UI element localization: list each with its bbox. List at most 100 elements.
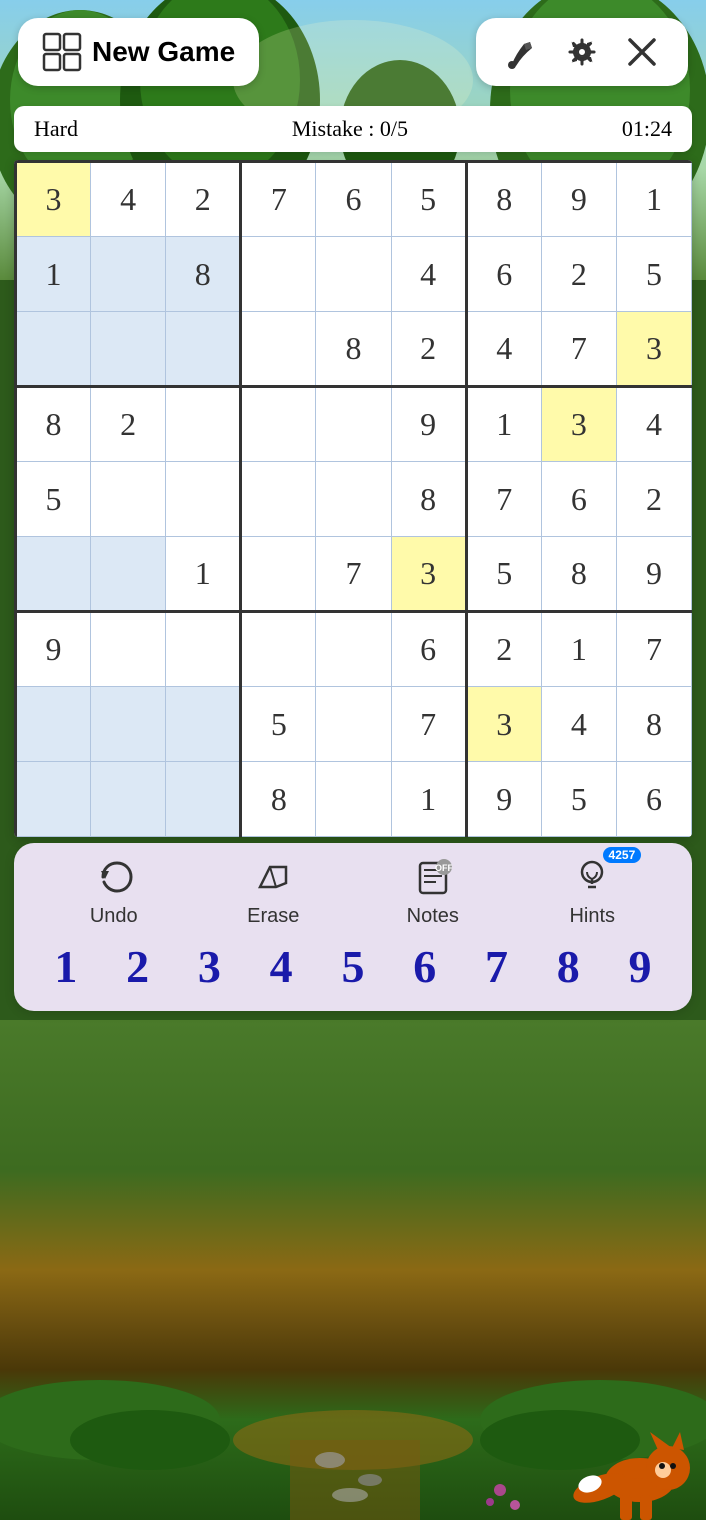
sudoku-cell[interactable] [166,387,241,462]
sudoku-cell[interactable]: 9 [16,612,91,687]
sudoku-cell[interactable] [316,237,391,312]
sudoku-cell[interactable]: 6 [466,237,541,312]
sudoku-cell[interactable]: 5 [541,762,616,837]
hints-button[interactable]: 4257 Hints [542,857,642,928]
sudoku-cell[interactable]: 2 [391,312,466,387]
sudoku-cell[interactable]: 3 [466,687,541,762]
sudoku-cell[interactable] [166,312,241,387]
numpad-button-1[interactable]: 1 [36,940,96,993]
sudoku-cell[interactable]: 3 [391,537,466,612]
sudoku-cell[interactable]: 8 [316,312,391,387]
numpad-button-8[interactable]: 8 [538,940,598,993]
sudoku-cell[interactable]: 5 [241,687,316,762]
sudoku-cell[interactable]: 8 [241,762,316,837]
undo-button[interactable]: Undo [64,857,164,928]
sudoku-cell[interactable] [316,612,391,687]
sudoku-cell[interactable]: 1 [166,537,241,612]
sudoku-cell[interactable]: 1 [391,762,466,837]
sudoku-cell[interactable] [91,762,166,837]
sudoku-cell[interactable]: 6 [616,762,691,837]
sudoku-cell[interactable] [91,612,166,687]
sudoku-cell[interactable]: 3 [16,162,91,237]
sudoku-cell[interactable]: 8 [166,237,241,312]
sudoku-cell[interactable] [16,312,91,387]
sudoku-cell[interactable] [166,612,241,687]
sudoku-cell[interactable] [16,687,91,762]
erase-icon [254,857,292,901]
numpad-button-3[interactable]: 3 [179,940,239,993]
sudoku-cell[interactable]: 2 [616,462,691,537]
sudoku-cell[interactable]: 8 [16,387,91,462]
sudoku-cell[interactable]: 2 [541,237,616,312]
sudoku-cell[interactable]: 9 [391,387,466,462]
settings-button[interactable] [556,30,608,74]
sudoku-cell[interactable]: 7 [541,312,616,387]
sudoku-cell[interactable] [241,237,316,312]
sudoku-cell[interactable] [316,387,391,462]
erase-button[interactable]: Erase [223,857,323,928]
sudoku-cell[interactable]: 7 [241,162,316,237]
numpad-button-4[interactable]: 4 [251,940,311,993]
notes-button[interactable]: OFF Notes [383,857,483,928]
sudoku-cell[interactable]: 4 [91,162,166,237]
sudoku-cell[interactable] [91,687,166,762]
numpad-button-6[interactable]: 6 [395,940,455,993]
sudoku-container: 3427658911846258247382913458762173589962… [14,160,692,837]
sudoku-cell[interactable]: 9 [616,537,691,612]
numpad-button-7[interactable]: 7 [466,940,526,993]
sudoku-cell[interactable]: 5 [391,162,466,237]
sudoku-cell[interactable]: 4 [541,687,616,762]
sudoku-cell[interactable] [316,462,391,537]
sudoku-cell[interactable]: 2 [91,387,166,462]
sudoku-cell[interactable]: 6 [541,462,616,537]
sudoku-cell[interactable]: 1 [466,387,541,462]
sudoku-cell[interactable] [91,312,166,387]
sudoku-cell[interactable]: 3 [541,387,616,462]
sudoku-cell[interactable]: 5 [16,462,91,537]
sudoku-cell[interactable] [316,762,391,837]
sudoku-cell[interactable] [166,762,241,837]
close-button[interactable] [616,30,668,74]
sudoku-cell[interactable]: 2 [466,612,541,687]
sudoku-cell[interactable] [16,762,91,837]
sudoku-cell[interactable]: 6 [316,162,391,237]
sudoku-cell[interactable]: 9 [466,762,541,837]
sudoku-cell[interactable]: 1 [16,237,91,312]
numpad-button-2[interactable]: 2 [108,940,168,993]
sudoku-cell[interactable] [166,687,241,762]
sudoku-cell[interactable]: 7 [466,462,541,537]
sudoku-cell[interactable] [16,537,91,612]
new-game-button[interactable]: New Game [18,18,259,86]
sudoku-cell[interactable] [91,237,166,312]
sudoku-cell[interactable]: 1 [541,612,616,687]
sudoku-cell[interactable]: 6 [391,612,466,687]
sudoku-cell[interactable] [91,537,166,612]
sudoku-cell[interactable]: 8 [541,537,616,612]
numpad-button-9[interactable]: 9 [610,940,670,993]
sudoku-cell[interactable]: 7 [316,537,391,612]
sudoku-cell[interactable]: 4 [391,237,466,312]
sudoku-cell[interactable]: 9 [541,162,616,237]
sudoku-cell[interactable]: 7 [616,612,691,687]
sudoku-cell[interactable]: 7 [391,687,466,762]
sudoku-cell[interactable]: 3 [616,312,691,387]
sudoku-cell[interactable] [316,687,391,762]
sudoku-cell[interactable] [241,462,316,537]
sudoku-cell[interactable]: 4 [466,312,541,387]
sudoku-cell[interactable]: 8 [466,162,541,237]
sudoku-cell[interactable]: 8 [616,687,691,762]
sudoku-cell[interactable]: 5 [466,537,541,612]
sudoku-cell[interactable] [241,537,316,612]
sudoku-cell[interactable]: 1 [616,162,691,237]
sudoku-cell[interactable]: 4 [616,387,691,462]
sudoku-cell[interactable] [241,612,316,687]
sudoku-cell[interactable] [241,387,316,462]
sudoku-cell[interactable]: 5 [616,237,691,312]
numpad-button-5[interactable]: 5 [323,940,383,993]
sudoku-cell[interactable] [91,462,166,537]
theme-button[interactable] [496,30,548,74]
sudoku-cell[interactable] [241,312,316,387]
sudoku-cell[interactable] [166,462,241,537]
sudoku-cell[interactable]: 8 [391,462,466,537]
sudoku-cell[interactable]: 2 [166,162,241,237]
